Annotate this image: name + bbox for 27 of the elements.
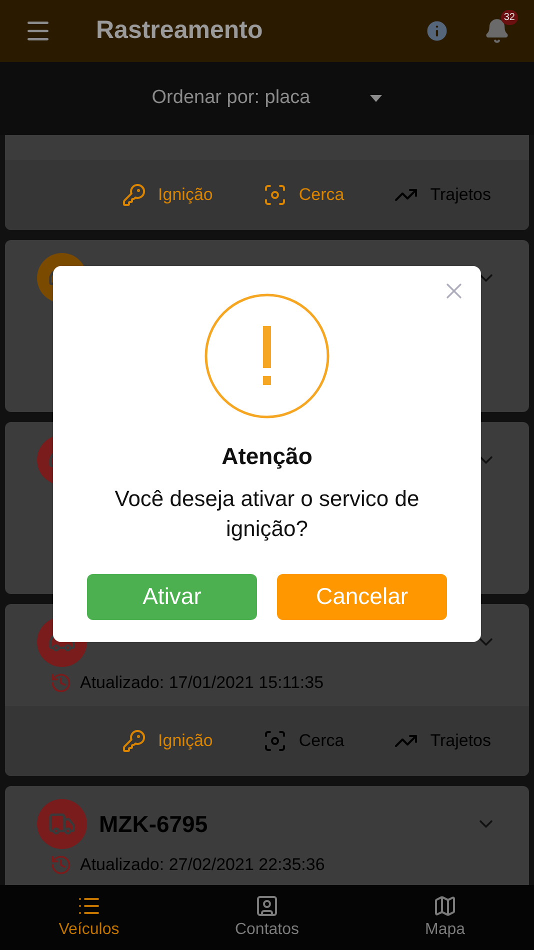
app-title: Rastreamento (96, 15, 263, 46)
focus-frame-icon (262, 183, 287, 207)
sort-dropdown[interactable]: Ordenar por: placa (152, 84, 382, 113)
key-icon (122, 183, 146, 207)
updated-time: Atualizado: 27/02/2021 22:35:36 (80, 854, 325, 876)
dialog-message: Você deseja ativar o servico de ignição? (114, 484, 420, 543)
contact-card-icon (255, 894, 279, 918)
focus-frame-icon (262, 729, 287, 753)
cancel-button[interactable]: Cancelar (277, 574, 447, 620)
plate-number: MZK-6795 (99, 810, 208, 839)
key-icon (122, 729, 146, 753)
clock-icon (50, 672, 72, 694)
dialog-title: Atenção (222, 442, 312, 471)
info-icon[interactable] (424, 18, 450, 44)
card-action[interactable]: Cerca (262, 182, 344, 208)
caret-down-icon (370, 95, 382, 102)
notification-badge: 32 (500, 10, 518, 25)
updated-time: Atualizado: 17/01/2021 15:11:35 (80, 672, 324, 694)
nav-tab[interactable]: Contatos (178, 885, 356, 950)
warning-icon (204, 293, 330, 419)
confirm-button[interactable]: Ativar (87, 574, 257, 620)
map-icon (433, 894, 457, 918)
nav-tab[interactable]: Mapa (356, 885, 534, 950)
card-action[interactable]: Ignição (122, 728, 213, 754)
clock-icon (50, 854, 72, 876)
nav-tab[interactable]: Veículos (0, 885, 178, 950)
card-action[interactable]: Ignição (122, 182, 213, 208)
